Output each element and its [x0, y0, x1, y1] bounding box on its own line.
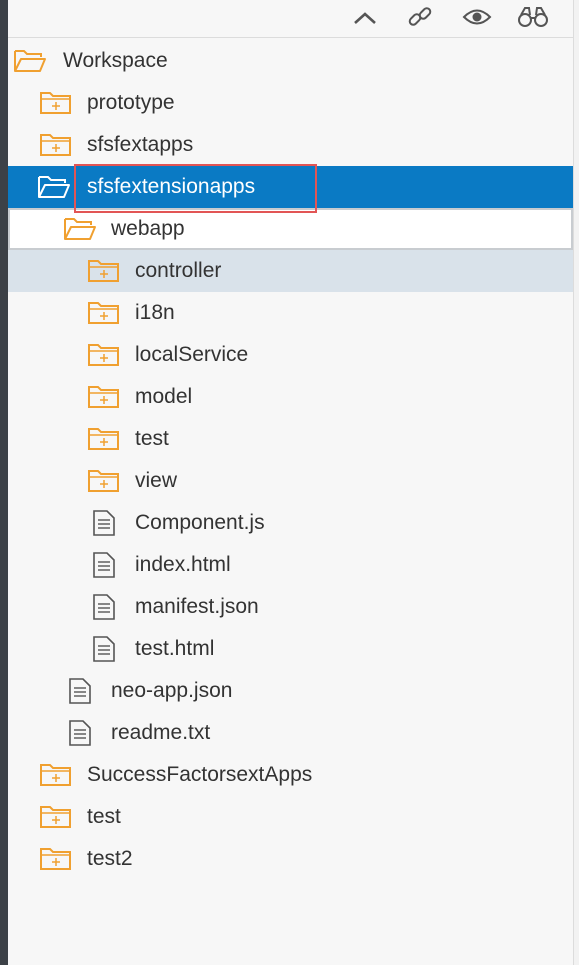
tree-item-manifest-json[interactable]: manifest.json — [8, 586, 573, 628]
tree-item-sfsfextensionapps[interactable]: sfsfextensionapps — [8, 166, 573, 208]
tree-item-label: prototype — [87, 91, 175, 114]
collapse-icon[interactable] — [349, 2, 381, 32]
tree-item-label: sfsfextensionapps — [87, 175, 256, 198]
tree-item-label: test — [87, 805, 121, 828]
file-icon — [93, 594, 115, 620]
folder-closed-icon — [40, 806, 71, 828]
tree-item-label: model — [135, 385, 193, 408]
left-edge-bar — [0, 0, 8, 965]
file-icon — [93, 552, 115, 578]
tree-item-webapp[interactable]: webapp — [8, 208, 573, 250]
folder-closed-icon — [40, 848, 71, 870]
tree-item-controller[interactable]: controller — [8, 250, 573, 292]
tree-item-label: test.html — [135, 637, 215, 660]
folder-closed-icon — [40, 92, 71, 114]
tree-item-i18n[interactable]: i18n — [8, 292, 573, 334]
file-icon — [93, 636, 115, 662]
tree-item-test-root[interactable]: test — [8, 796, 573, 838]
tree-item-label: Component.js — [135, 511, 265, 534]
folder-closed-icon — [88, 470, 119, 492]
folder-open-icon — [14, 50, 46, 72]
folder-closed-icon — [88, 386, 119, 408]
tree-item-test-html[interactable]: test.html — [8, 628, 573, 670]
tree-item-sfsfextapps[interactable]: sfsfextapps — [8, 124, 573, 166]
panel-right-border — [573, 0, 579, 965]
explorer-toolbar — [8, 0, 573, 38]
tree-item-label: SuccessFactorsextApps — [87, 763, 313, 786]
tree-item-label: readme.txt — [111, 721, 211, 744]
tree-item-localservice[interactable]: localService — [8, 334, 573, 376]
tree-item-label: localService — [135, 343, 249, 366]
file-icon — [69, 678, 91, 704]
tree-item-label: test2 — [87, 847, 133, 870]
tree-item-test[interactable]: test — [8, 418, 573, 460]
tree-item-label: webapp — [111, 217, 185, 240]
tree-item-label: view — [135, 469, 178, 492]
tree-item-view[interactable]: view — [8, 460, 573, 502]
tree-item-label: index.html — [135, 553, 231, 576]
folder-closed-icon — [88, 344, 119, 366]
tree-item-prototype[interactable]: prototype — [8, 82, 573, 124]
folder-open-icon — [38, 176, 70, 198]
tree-item-label: Workspace — [63, 49, 168, 72]
tree-item-label: test — [135, 427, 169, 450]
folder-closed-icon — [88, 428, 119, 450]
tree-item-label: i18n — [135, 301, 175, 324]
tree-item-test2[interactable]: test2 — [8, 838, 573, 880]
folder-closed-icon — [88, 260, 119, 282]
folder-closed-icon — [88, 302, 119, 324]
tree-item-readme-txt[interactable]: readme.txt — [8, 712, 573, 754]
tree-item-neo-app-json[interactable]: neo-app.json — [8, 670, 573, 712]
eye-icon[interactable] — [461, 2, 493, 32]
folder-closed-icon — [40, 134, 71, 156]
tree-item-component-js[interactable]: Component.js — [8, 502, 573, 544]
binoculars-icon[interactable] — [517, 2, 549, 32]
tree-item-label: manifest.json — [135, 595, 259, 618]
folder-open-icon — [64, 218, 96, 240]
link-icon[interactable] — [404, 2, 436, 32]
folder-closed-icon — [40, 764, 71, 786]
tree-item-successfactorsextapps[interactable]: SuccessFactorsextApps — [8, 754, 573, 796]
tree-item-model[interactable]: model — [8, 376, 573, 418]
file-icon — [69, 720, 91, 746]
tree-item-label: neo-app.json — [111, 679, 233, 702]
tree-item-label: sfsfextapps — [87, 133, 194, 156]
tree-item-index-html[interactable]: index.html — [8, 544, 573, 586]
tree-item-workspace[interactable]: Workspace — [8, 40, 573, 82]
file-icon — [93, 510, 115, 536]
tree-item-label: controller — [135, 259, 222, 282]
